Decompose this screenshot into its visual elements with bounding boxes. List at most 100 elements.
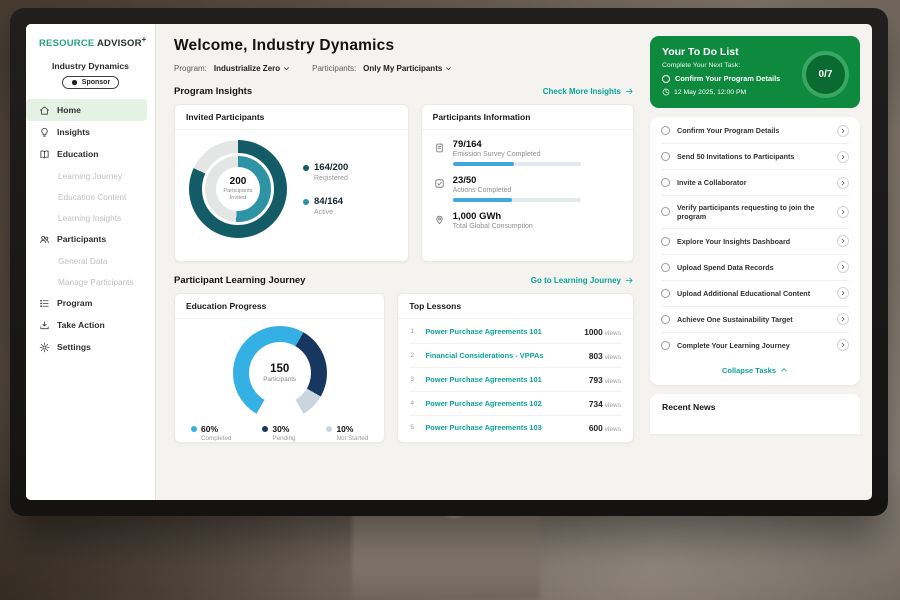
- program-insights-header: Program Insights Check More Insights: [174, 86, 634, 97]
- task-row[interactable]: Upload Additional Educational Content: [661, 281, 849, 307]
- education-progress-card: Education Progress 150 Participants 60% …: [174, 293, 385, 443]
- task-row[interactable]: Confirm Your Program Details: [661, 118, 849, 144]
- gauge-center-label: Participants: [263, 376, 296, 383]
- task-checkbox[interactable]: [661, 207, 670, 216]
- legend-dot: [326, 426, 332, 432]
- legend-value: 10%: [336, 424, 353, 434]
- lesson-link[interactable]: Power Purchase Agreements 101: [425, 375, 582, 384]
- task-row[interactable]: Invite a Collaborator: [661, 170, 849, 196]
- sidebar-item-label: Education: [57, 149, 99, 159]
- education-gauge: 150 Participants: [233, 326, 327, 420]
- link-label: Go to Learning Journey: [531, 276, 621, 285]
- task-list-card: Confirm Your Program Details Send 50 Inv…: [650, 117, 860, 385]
- lessons-list: 1 Power Purchase Agreements 101 1000view…: [398, 319, 633, 439]
- recent-news-card: Recent News: [650, 394, 860, 434]
- task-checkbox[interactable]: [661, 237, 670, 246]
- brand-plus: +: [142, 35, 147, 44]
- sidebar-item-general-data[interactable]: General Data: [26, 250, 147, 271]
- sponsor-badge[interactable]: Sponsor: [62, 76, 119, 89]
- sidebar-item-insights[interactable]: Insights: [26, 121, 147, 143]
- link-label: Check More Insights: [543, 87, 621, 96]
- sidebar-item-education[interactable]: Education: [26, 143, 147, 165]
- todo-progress-ring: 0/7: [802, 51, 849, 98]
- task-checkbox[interactable]: [661, 263, 670, 272]
- app-logo: RESOURCE ADVISOR+: [26, 35, 155, 49]
- sidebar-item-participants[interactable]: Participants: [26, 228, 147, 250]
- sidebar-item-education-content[interactable]: Education Content: [26, 186, 147, 207]
- task-checkbox[interactable]: [661, 152, 670, 161]
- todo-panel: Your To Do List Complete Your Next Task:…: [646, 24, 872, 500]
- task-checkbox[interactable]: [661, 341, 670, 350]
- task-checkbox[interactable]: [661, 289, 670, 298]
- section-title: Participant Learning Journey: [174, 275, 305, 286]
- sidebar-item-label: Participants: [57, 234, 106, 244]
- sidebar-item-take-action[interactable]: Take Action: [26, 314, 147, 336]
- invited-card-body: 200 Participants Invited 164/200 Registe…: [175, 130, 408, 250]
- sidebar-item-label: Settings: [57, 342, 91, 352]
- progress-track: [453, 198, 581, 202]
- task-checkbox[interactable]: [661, 315, 670, 324]
- participants-filter-select[interactable]: Only My Participants: [363, 64, 452, 73]
- sidebar-item-label: Learning Journey: [58, 171, 122, 181]
- card-title: Top Lessons: [398, 294, 633, 319]
- legend-dot: [303, 199, 309, 205]
- task-label: Invite a Collaborator: [677, 178, 830, 187]
- chevron-right-icon[interactable]: [837, 125, 849, 137]
- sidebar-nav: Home Insights Education Learning Journey…: [26, 99, 155, 358]
- chevron-right-icon[interactable]: [837, 235, 849, 247]
- lesson-views-word: views: [605, 426, 621, 433]
- task-row[interactable]: Verify participants requesting to join t…: [661, 196, 849, 229]
- gauge-center-value: 150: [270, 363, 289, 375]
- chevron-right-icon[interactable]: [837, 177, 849, 189]
- sidebar-item-manage-participants[interactable]: Manage Participants: [26, 271, 147, 292]
- lesson-views-count: 600: [589, 423, 603, 433]
- task-row[interactable]: Send 50 Invitations to Participants: [661, 144, 849, 170]
- program-filter-select[interactable]: Industrialize Zero: [214, 64, 290, 73]
- legend-label: Active: [314, 209, 348, 216]
- chevron-right-icon[interactable]: [837, 206, 849, 218]
- collapse-tasks-button[interactable]: Collapse Tasks: [661, 358, 849, 384]
- chevron-right-icon[interactable]: [837, 261, 849, 273]
- chevron-right-icon[interactable]: [837, 151, 849, 163]
- task-label: Explore Your Insights Dashboard: [677, 237, 830, 246]
- chevron-right-icon[interactable]: [837, 287, 849, 299]
- lesson-views-count: 803: [589, 351, 603, 361]
- info-card-body: 79/164 Emission Survey Completed 23/50 A…: [422, 130, 633, 239]
- task-row[interactable]: Achieve One Sustainability Target: [661, 307, 849, 333]
- go-to-learning-journey-link[interactable]: Go to Learning Journey: [531, 276, 634, 285]
- lesson-row: 4 Power Purchase Agreements 102 734views: [410, 392, 621, 416]
- lesson-rank: 3: [410, 376, 418, 383]
- learning-cards-row: Education Progress 150 Participants 60% …: [174, 293, 634, 443]
- task-row[interactable]: Upload Spend Data Records: [661, 255, 849, 281]
- legend-label: Not Started: [336, 435, 368, 442]
- lesson-link[interactable]: Power Purchase Agreements 101: [425, 327, 577, 336]
- sidebar-item-home[interactable]: Home: [26, 99, 147, 121]
- arrow-right-icon: [625, 87, 634, 96]
- lesson-rank: 4: [410, 400, 418, 407]
- brand-secondary: ADVISOR: [97, 38, 142, 49]
- task-checkbox[interactable]: [661, 178, 670, 187]
- legend-item-pending: 30% Pending: [262, 424, 295, 442]
- chevron-right-icon[interactable]: [837, 313, 849, 325]
- lesson-row: 1 Power Purchase Agreements 101 1000view…: [410, 320, 621, 344]
- task-row[interactable]: Explore Your Insights Dashboard: [661, 229, 849, 255]
- task-checkbox[interactable]: [662, 75, 670, 83]
- stat-emission-survey: 79/164 Emission Survey Completed: [434, 139, 621, 166]
- lesson-link[interactable]: Power Purchase Agreements 102: [425, 399, 582, 408]
- lesson-link[interactable]: Power Purchase Agreements 103: [425, 423, 582, 432]
- legend-value: 60%: [201, 424, 218, 434]
- sidebar-item-program[interactable]: Program: [26, 292, 147, 314]
- sponsor-badge-label: Sponsor: [82, 79, 110, 86]
- task-row[interactable]: Complete Your Learning Journey: [661, 333, 849, 358]
- task-checkbox[interactable]: [661, 126, 670, 135]
- program-filter-value: Industrialize Zero: [214, 64, 280, 73]
- sidebar-item-label: Home: [57, 105, 81, 115]
- todo-next-task[interactable]: Confirm Your Program Details: [662, 74, 794, 83]
- sidebar-item-learning-journey[interactable]: Learning Journey: [26, 165, 147, 186]
- sidebar-item-settings[interactable]: Settings: [26, 336, 147, 358]
- lesson-link[interactable]: Financial Considerations - VPPAs: [425, 351, 582, 360]
- sidebar-item-learning-insights[interactable]: Learning Insights: [26, 207, 147, 228]
- chevron-right-icon[interactable]: [837, 339, 849, 351]
- check-more-insights-link[interactable]: Check More Insights: [543, 87, 634, 96]
- task-label: Achieve One Sustainability Target: [677, 315, 830, 324]
